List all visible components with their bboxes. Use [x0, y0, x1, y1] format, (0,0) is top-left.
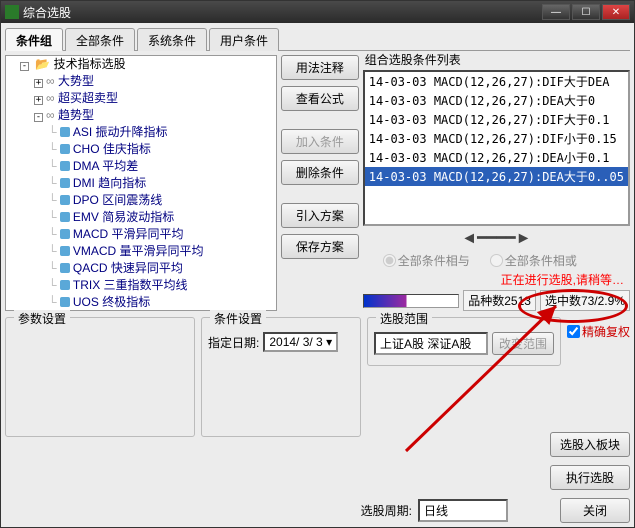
tree-leaf[interactable]: VMACD 量平滑异同平均	[73, 244, 204, 258]
tab-system[interactable]: 系统条件	[137, 28, 207, 51]
scope-input[interactable]: 上证A股 深证A股	[374, 332, 488, 355]
tree-leaf[interactable]: DMA 平均差	[73, 159, 138, 173]
tab-bar: 条件组 全部条件 系统条件 用户条件	[5, 27, 630, 51]
usage-button[interactable]: 用法注释	[281, 55, 359, 80]
condition-list[interactable]: 14-03-03 MACD(12,26,27):DIF大于DEA14-03-03…	[363, 70, 630, 226]
import-button[interactable]: 引入方案	[281, 203, 359, 228]
formula-button[interactable]: 查看公式	[281, 86, 359, 111]
hit-count: 选中数73/2.9%	[540, 290, 630, 311]
tree-root-label: 技术指标选股	[54, 57, 126, 71]
indicator-icon	[60, 127, 70, 137]
tab-all[interactable]: 全部条件	[65, 28, 135, 51]
tree-toggle[interactable]: +	[34, 96, 43, 105]
del-cond-button[interactable]: 删除条件	[281, 160, 359, 185]
list-item[interactable]: 14-03-03 MACD(12,26,27):DEA大于0	[365, 91, 628, 110]
save-button[interactable]: 保存方案	[281, 234, 359, 259]
list-item[interactable]: 14-03-03 MACD(12,26,27):DEA大于0..05	[365, 167, 628, 186]
change-scope-button[interactable]: 改变范围	[492, 332, 554, 355]
tree-leaf[interactable]: MACD 平滑异同平均	[73, 227, 184, 241]
tree-leaf[interactable]: CHO 佳庆指标	[73, 142, 151, 156]
radio-all-and[interactable]: 全部条件相与	[383, 252, 470, 269]
tree-leaf[interactable]: UOS 终极指标	[73, 295, 150, 309]
maximize-button[interactable]: ☐	[572, 4, 600, 20]
tree-leaf[interactable]: DPO 区间震荡线	[73, 193, 162, 207]
tree-leaf[interactable]: EMV 简易波动指标	[73, 210, 174, 224]
indicator-icon	[60, 280, 70, 290]
window-title: 综合选股	[23, 4, 71, 21]
add-cond-button[interactable]: 加入条件	[281, 129, 359, 154]
indicator-icon	[60, 263, 70, 273]
indicator-icon	[60, 212, 70, 222]
tree-leaf[interactable]: DMI 趋向指标	[73, 176, 146, 190]
legend-cond: 条件设置	[210, 310, 266, 327]
list-hscroll[interactable]: ◄━━━━►	[363, 228, 630, 248]
radio-all-or[interactable]: 全部条件相或	[490, 252, 577, 269]
period-select[interactable]: 日线	[418, 499, 508, 522]
date-picker[interactable]: 2014/ 3/ 3 ▾	[263, 332, 338, 352]
tree-node[interactable]: 趋势型	[58, 108, 94, 122]
list-item[interactable]: 14-03-03 MACD(12,26,27):DIF大于0.1	[365, 110, 628, 129]
legend-param: 参数设置	[14, 310, 70, 327]
list-label: 组合选股条件列表	[365, 51, 630, 68]
tab-condition-group[interactable]: 条件组	[5, 28, 63, 51]
run-button[interactable]: 执行选股	[550, 465, 630, 490]
indicator-icon	[60, 195, 70, 205]
list-item[interactable]: 14-03-03 MACD(12,26,27):DIF大于DEA	[365, 72, 628, 91]
close-dialog-button[interactable]: 关闭	[560, 498, 630, 523]
indicator-icon	[60, 229, 70, 239]
tree-leaf[interactable]: TRIX 三重指数平均线	[73, 278, 188, 292]
tree-toggle[interactable]: +	[34, 79, 43, 88]
total-count: 品种数2513	[463, 290, 536, 311]
precise-checkbox[interactable]: 精确复权	[567, 323, 630, 340]
list-item[interactable]: 14-03-03 MACD(12,26,27):DIF小于0.15	[365, 129, 628, 148]
tree-node[interactable]: 大势型	[58, 74, 94, 88]
title-bar: 综合选股 — ☐ ✕	[1, 1, 634, 23]
list-item[interactable]: 14-03-03 MACD(12,26,27):DEA小于0.1	[365, 148, 628, 167]
minimize-button[interactable]: —	[542, 4, 570, 20]
progress-bar	[363, 294, 459, 308]
legend-scope: 选股范围	[376, 310, 432, 327]
indicator-icon	[60, 178, 70, 188]
date-label: 指定日期:	[208, 334, 259, 351]
close-button[interactable]: ✕	[602, 4, 630, 20]
app-icon	[5, 5, 19, 19]
indicator-icon	[60, 297, 70, 307]
status-message: 正在进行选股,请稍等…	[369, 271, 624, 288]
indicator-icon	[60, 246, 70, 256]
tree-leaf[interactable]: ASI 振动升降指标	[73, 125, 168, 139]
tree-toggle[interactable]: -	[20, 62, 29, 71]
tree-node[interactable]: 超买超卖型	[58, 91, 118, 105]
tree-toggle[interactable]: -	[34, 113, 43, 122]
period-label: 选股周期:	[361, 502, 412, 519]
indicator-icon	[60, 144, 70, 154]
into-block-button[interactable]: 选股入板块	[550, 432, 630, 457]
tab-user[interactable]: 用户条件	[209, 28, 279, 51]
tree-leaf[interactable]: QACD 快速异同平均	[73, 261, 183, 275]
indicator-icon	[60, 161, 70, 171]
tree-view[interactable]: - 📂 技术指标选股 +∞大势型+∞超买超卖型-∞趋势型└ ASI 振动升降指标…	[5, 55, 277, 311]
